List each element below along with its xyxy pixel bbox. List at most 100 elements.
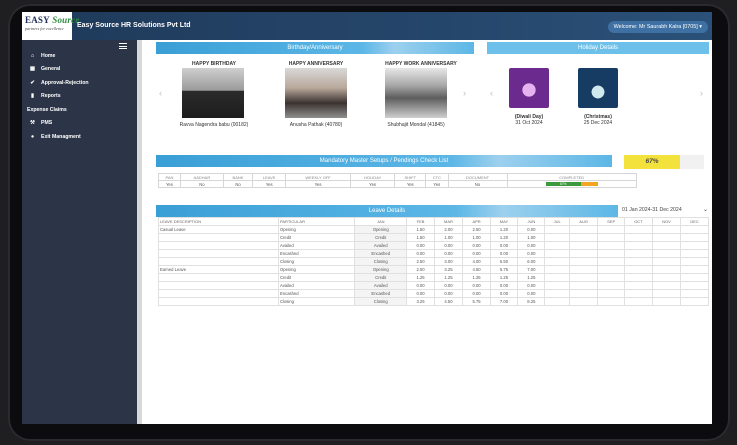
sidebar-item-general[interactable]: ▦ General: [22, 63, 137, 77]
column-header: JUN: [517, 217, 546, 226]
completed-progress-bar: 67%: [545, 182, 598, 186]
table-cell: [544, 233, 570, 242]
table-cell: [544, 241, 570, 250]
sidebar-item-exit-management[interactable]: ● Exit Managment: [22, 130, 137, 144]
table-cell: 1.20: [489, 225, 519, 234]
chevron-left-icon[interactable]: ‹: [159, 88, 162, 98]
table-cell: 0.00: [406, 289, 435, 298]
birthday-panel-header: Birthday/Anniversary: [156, 42, 474, 54]
welcome-user-button[interactable]: Welcome: Mr Saurabh Kalra [0705] ▾: [607, 21, 708, 33]
table-cell: 1.50: [406, 233, 435, 242]
table-cell: [624, 249, 653, 258]
table-cell: [624, 265, 653, 274]
table-cell: Yes: [394, 180, 427, 188]
table-cell: 5.75: [489, 265, 519, 274]
table-cell: [597, 281, 626, 290]
table-header-row: LEAVE DESCRIPTION PARTICULAR JAN FEB MAR APR M…: [158, 217, 709, 226]
sidebar-item-home[interactable]: ⌂ Home: [22, 49, 137, 63]
date-range-value: 01 Jan 2024-31 Dec 2024: [622, 207, 682, 213]
table-cell: [597, 257, 626, 266]
leave-table-body: Casual Leave Opening Opening 1.50 2.00 2.50 1.…: [158, 225, 709, 306]
column-header: SEP: [597, 217, 626, 226]
table-cell: [544, 225, 570, 234]
table-cell: Credit: [353, 273, 408, 282]
chevron-right-icon[interactable]: ›: [463, 88, 466, 98]
table-cell: 4.50: [462, 265, 491, 274]
table-cell: 0.00: [517, 241, 546, 250]
table-cell: 1.25: [406, 273, 435, 282]
column-header: DEC: [680, 217, 709, 226]
home-icon: ⌂: [30, 52, 35, 59]
table-cell: [158, 241, 279, 250]
table-cell: 1.00: [462, 233, 491, 242]
holiday-image: [578, 68, 618, 108]
user-icon: ●: [30, 133, 35, 140]
table-cell: [651, 265, 682, 274]
table-cell: [568, 257, 599, 266]
table-cell: [158, 249, 279, 258]
table-cell: [158, 289, 279, 298]
table-cell: 0.00: [406, 281, 435, 290]
table-cell: [597, 233, 626, 242]
sidebar-item-reports[interactable]: ▮ Reports: [22, 90, 137, 104]
progress-fill: 67%: [545, 182, 581, 186]
table-row: Encashed Encashed 0.00 0.00 0.00 0.00 0.00: [158, 289, 709, 298]
sidebar-scrollbar[interactable]: [137, 40, 142, 424]
table-cell: [680, 233, 709, 242]
welcome-label: Welcome: Mr Saurabh Kalra [0705]: [613, 24, 698, 30]
sidebar-item-expense-claims[interactable]: Expense Claims: [22, 103, 137, 117]
chevron-left-icon[interactable]: ‹: [490, 88, 493, 98]
table-cell: [680, 289, 709, 298]
employee-photo: [182, 68, 244, 118]
table-cell: 1.25: [433, 273, 464, 282]
table-cell: 4.50: [433, 297, 464, 306]
birthday-card-title: HAPPY BIRTHDAY: [192, 61, 236, 67]
column-header: JUL: [544, 217, 570, 226]
table-cell: [597, 273, 626, 282]
leave-panel-header: Leave Details: [156, 205, 618, 217]
column-header: BANK: [222, 173, 254, 181]
holiday-item: (Diwali Day) 31 Oct 2024: [504, 114, 554, 126]
table-cell: [651, 233, 682, 242]
column-header: NOV: [651, 217, 682, 226]
table-cell: [624, 273, 653, 282]
work-anniversary-card-title: HAPPY WORK ANNIVERSARY: [385, 61, 457, 67]
table-cell: 1.25: [517, 273, 546, 282]
table-cell: Opening: [353, 225, 408, 234]
chevron-right-icon[interactable]: ›: [700, 88, 703, 98]
table-cell: Yes: [158, 180, 181, 188]
leave-details-table: LEAVE DESCRIPTION PARTICULAR JAN FEB MAR APR M…: [158, 217, 709, 306]
table-cell: Earned Leave: [158, 265, 279, 274]
sidebar-nav: ⌂ Home ▦ General ✔ Approval-Rejection ▮ …: [22, 49, 137, 144]
table-cell: 1.25: [462, 273, 491, 282]
sidebar-item-label: General: [41, 66, 61, 73]
logo-tagline: partners for excellence: [25, 26, 64, 31]
sidebar-item-label: Approval-Rejection: [41, 79, 89, 86]
holiday-date: 31 Oct 2024: [515, 120, 543, 126]
table-cell: [597, 297, 626, 306]
table-cell: 8.25: [517, 297, 546, 306]
table-cell: [651, 225, 682, 234]
table-cell: Availed: [353, 241, 408, 250]
table-cell: 1.00: [433, 233, 464, 242]
table-cell: 3.00: [433, 257, 464, 266]
table-row: Encashed Encashed 0.00 0.00 0.00 0.00 0.00: [158, 249, 709, 258]
table-cell: No: [179, 180, 224, 188]
date-range-select[interactable]: 01 Jan 2024-31 Dec 2024 ⌄: [620, 205, 710, 216]
column-header: DOCUMENT: [447, 173, 508, 181]
table-row: Credit Credit 1.50 1.00 1.00 1.20 1.00: [158, 233, 709, 242]
table-cell: 0.00: [462, 281, 491, 290]
company-logo[interactable]: EASY Source partners for excellence: [22, 12, 79, 40]
work-anniversary-card-name: Shubhajit Mondal (41845): [387, 122, 445, 128]
anniversary-card-title: HAPPY ANNIVERSARY: [288, 61, 344, 67]
sidebar-item-approval-rejection[interactable]: ✔ Approval-Rejection: [22, 76, 137, 90]
table-cell: [568, 249, 599, 258]
table-row: Earned Leave Opening Opening 2.00 3.25 4.50 5.…: [158, 265, 709, 274]
column-header: LEAVE DESCRIPTION: [158, 217, 279, 226]
table-cell: [651, 241, 682, 250]
sidebar-item-pms[interactable]: ⚒ PMS: [22, 117, 137, 131]
sidebar: ⌂ Home ▦ General ✔ Approval-Rejection ▮ …: [22, 40, 137, 424]
table-cell: [544, 273, 570, 282]
table-row: Casual Leave Opening Opening 1.50 2.00 2.50 1.…: [158, 225, 709, 234]
table-cell: 0.00: [489, 281, 519, 290]
